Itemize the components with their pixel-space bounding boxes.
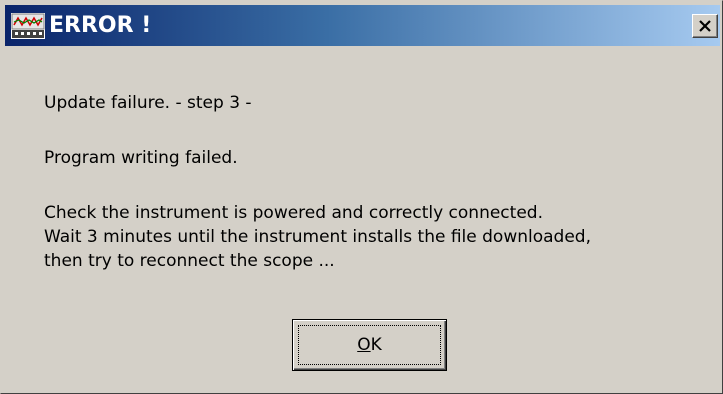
close-icon [699, 20, 711, 32]
oscilloscope-app-icon [11, 13, 45, 39]
ok-button-label: OK [293, 333, 446, 357]
ok-button[interactable]: OK [292, 319, 447, 371]
error-dialog: ERROR ! Update failure. - step 3 - Progr… [0, 0, 723, 394]
instruction-line: then try to reconnect the scope ... [44, 251, 335, 271]
instruction-line: Wait 3 minutes until the instrument inst… [44, 227, 591, 247]
error-step-message: Update failure. - step 3 - [44, 93, 252, 113]
close-button[interactable] [692, 14, 718, 38]
instruction-message: Check the instrument is powered and corr… [44, 201, 591, 273]
ok-mnemonic: O [357, 335, 371, 355]
title-bar[interactable]: ERROR ! [5, 5, 720, 46]
window-title: ERROR ! [49, 13, 152, 38]
instruction-line: Check the instrument is powered and corr… [44, 203, 543, 223]
error-detail-message: Program writing failed. [44, 148, 238, 168]
ok-label-rest: K [370, 335, 382, 355]
